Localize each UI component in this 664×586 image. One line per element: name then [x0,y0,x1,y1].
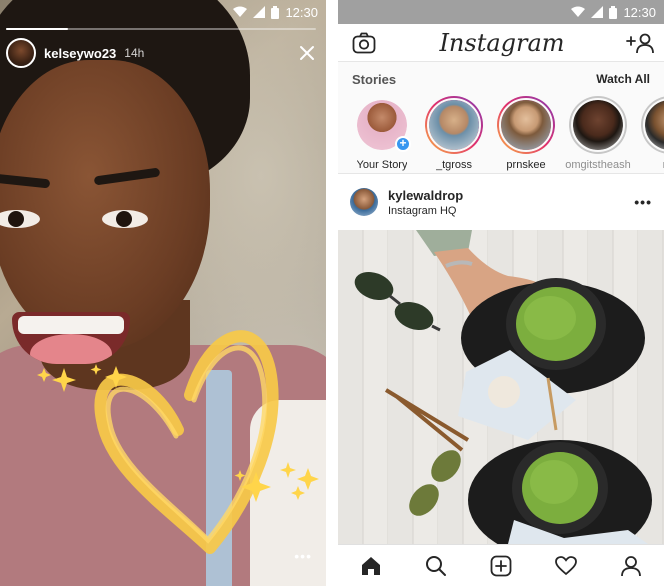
wifi-icon [571,6,586,17]
story-name: Your Story [356,159,408,171]
avatar [573,100,623,150]
stories-header: Stories Watch All [338,62,664,88]
avatar [501,100,551,150]
story-timestamp: 14h [124,46,145,60]
status-time: 12:30 [285,4,318,20]
profile-icon[interactable] [611,548,651,584]
stories-title: Stories [352,71,397,87]
story-item-prnskee[interactable]: prnskee [496,96,556,171]
app-logo: Instagram [439,28,565,57]
more-icon[interactable]: ••• [294,548,312,564]
close-icon[interactable] [294,40,320,66]
story-name: prnskee [506,159,546,171]
post-photo-matcha [354,230,652,544]
story-progress-bar [6,28,316,30]
post-location[interactable]: Instagram HQ [388,205,463,217]
wifi-icon [233,6,248,17]
watch-all-button[interactable]: Watch All [596,72,650,86]
feed-screen: Instagram Stories Watch All + Your Story… [338,0,664,586]
top-bar: Instagram [338,24,664,62]
post-image[interactable] [338,230,664,544]
post-author-avatar[interactable] [350,188,378,216]
story-ring [497,96,555,154]
bottom-nav [338,544,664,586]
story-ring [569,96,627,154]
add-post-icon[interactable] [481,548,521,584]
story-ring [425,96,483,154]
story-viewer[interactable]: kelseywo23 14h ••• [0,0,326,586]
status-time: 12:30 [623,4,656,20]
avatar [429,100,479,150]
home-icon[interactable] [351,548,391,584]
status-bar-left: 12:30 [0,0,326,24]
story-item-mc[interactable]: mc [640,96,664,171]
stories-row: + Your Story _tgross prnskee omgitstheas… [338,88,664,171]
story-ring [641,96,664,154]
search-icon[interactable] [416,548,456,584]
add-story-icon[interactable]: + [395,136,411,152]
more-icon[interactable]: ••• [634,194,652,210]
story-name: _tgross [435,159,473,171]
stories-tray: Stories Watch All + Your Story _tgross p… [338,62,664,174]
post-header: kylewaldrop Instagram HQ ••• [338,178,664,226]
story-header: kelseywo23 14h [6,36,320,70]
story-username[interactable]: kelseywo23 [44,46,116,61]
story-user-avatar[interactable] [6,38,36,68]
phone-divider [326,0,338,586]
signal-icon [253,6,266,18]
avatar [645,100,664,150]
story-item-omgitstheash[interactable]: omgitstheash [565,96,631,171]
camera-icon[interactable] [350,29,378,57]
battery-icon [609,5,618,19]
status-bar-right: 12:30 [338,0,664,24]
story-progress-fill [6,28,68,30]
story-ring: + [353,96,411,154]
story-name: omgitstheash [565,159,631,171]
battery-icon [271,5,280,19]
add-user-icon[interactable] [626,29,654,57]
post-username[interactable]: kylewaldrop [388,188,463,203]
heart-icon[interactable] [546,548,586,584]
story-item-your-story[interactable]: + Your Story [352,96,412,171]
signal-icon [591,6,604,18]
post-author-info: kylewaldrop Instagram HQ [388,188,463,217]
drawn-heart-sticker [37,330,319,554]
story-item-tgross[interactable]: _tgross [424,96,484,171]
